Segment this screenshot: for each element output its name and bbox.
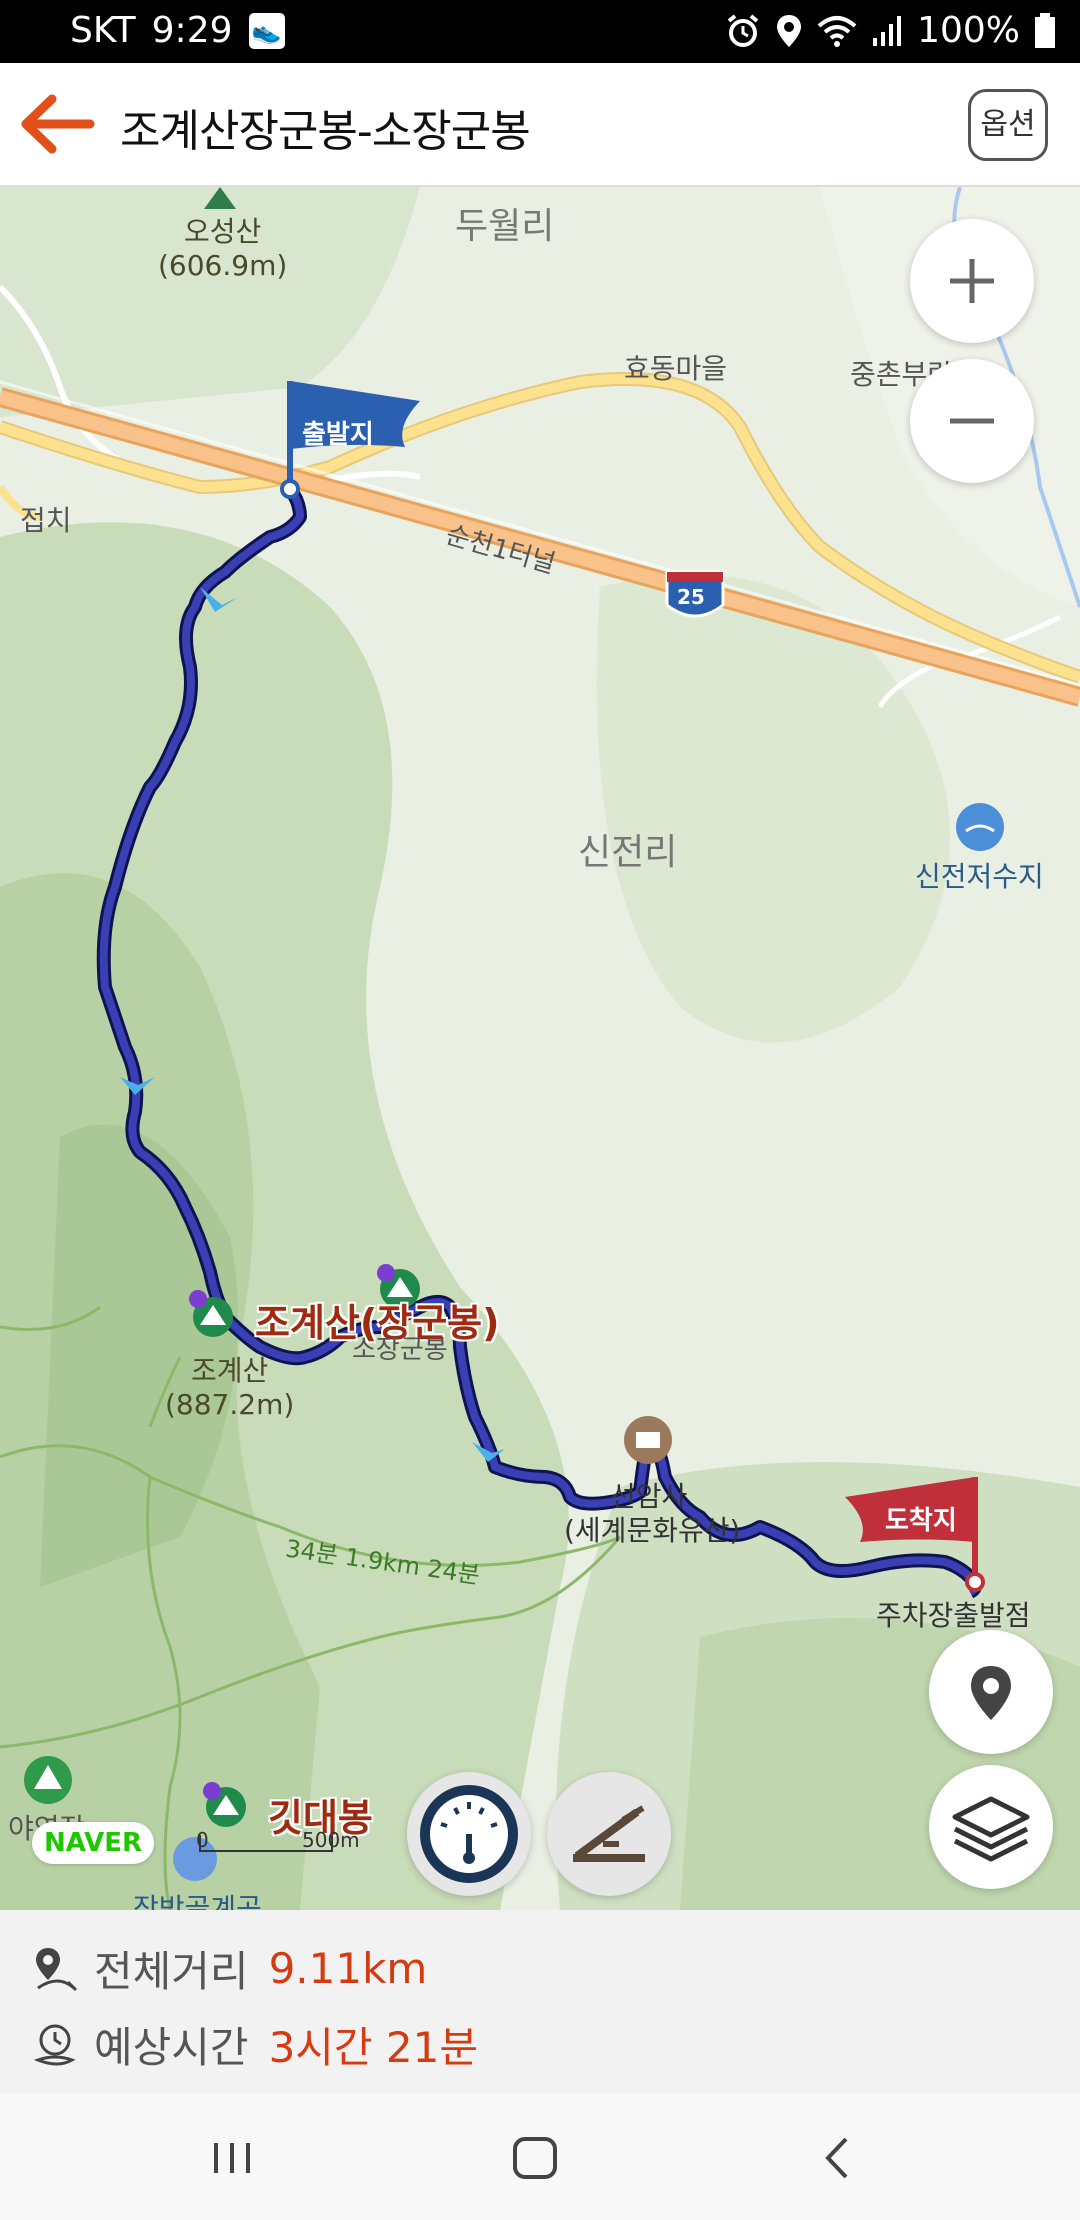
time-label: 예상시간 <box>94 2023 249 2072</box>
battery-icon <box>1035 12 1055 48</box>
location-pin-icon <box>971 1666 1011 1720</box>
speedometer-icon <box>420 1785 518 1883</box>
distance-row: 전체거리 9.11km <box>30 1938 427 1999</box>
label-oseongsan: 오성산 (606.9m) <box>158 215 287 283</box>
option-button[interactable]: 옵션 <box>968 89 1048 161</box>
elevation-profile-button[interactable] <box>547 1772 671 1896</box>
camp-icon <box>24 1756 72 1804</box>
speedometer-button[interactable] <box>407 1772 531 1896</box>
label-jogyesan-alt: (887.2m) <box>165 1388 295 1421</box>
scale-label-zero: 0 <box>196 1828 209 1852</box>
elevation-icon <box>573 1805 645 1862</box>
label-jogyesan: 조계산 (887.2m) <box>165 1354 294 1422</box>
label-oseongsan-alt: (606.9m) <box>158 249 288 282</box>
route-info-panel: 전체거리 9.11km 예상시간 3시간 21분 <box>0 1910 1080 2093</box>
battery-percent: 100% <box>917 10 1020 51</box>
minus-icon <box>950 418 994 424</box>
label-duwolri: 두월리 <box>455 206 555 247</box>
clock: 9:29 <box>151 10 233 51</box>
time-clock-icon <box>33 2024 76 2065</box>
label-highway-number: 25 <box>677 585 705 609</box>
carrier-label: SKT <box>70 10 136 51</box>
distance-pin-icon <box>36 1947 78 1991</box>
temple-icon <box>624 1416 672 1464</box>
label-sojang: 소장군봉 <box>352 1335 448 1365</box>
system-nav-bar <box>0 2093 1080 2220</box>
label-hyodong: 효동마을 <box>624 352 728 385</box>
start-flag-label: 출발지 <box>302 420 374 450</box>
distance-value: 9.11km <box>268 1944 428 1993</box>
label-reservoir: 신전저수지 <box>915 860 1044 893</box>
distance-label: 전체거리 <box>94 1947 249 1996</box>
layers-icon <box>952 1796 1030 1862</box>
my-location-button[interactable] <box>929 1630 1053 1754</box>
layers-button[interactable] <box>929 1765 1053 1889</box>
scale-label-500: 500m <box>302 1828 360 1852</box>
label-valley: 장박골계곡 <box>133 1892 262 1910</box>
back-button[interactable] <box>18 89 98 159</box>
label-parking: 주차장출발점 <box>876 1599 1031 1632</box>
time-value: 3시간 21분 <box>268 2023 478 2072</box>
route-map[interactable]: 오성산 (606.9m) 두월리 효동마을 중촌부락 접치 순천1터널 25 신… <box>0 187 1080 1910</box>
back-chevron-icon <box>825 2137 848 2179</box>
app-notification-icon: 👟 <box>248 12 285 49</box>
app-header: 조계산장군봉-소장군봉 옵션 <box>0 63 1080 187</box>
back-nav-button[interactable] <box>798 2123 878 2193</box>
reservoir-icon <box>956 803 1004 851</box>
time-row: 예상시간 3시간 21분 <box>30 2014 478 2075</box>
label-jeopchi: 접치 <box>20 504 72 537</box>
location-icon <box>777 14 802 47</box>
zoom-out-button[interactable] <box>910 359 1034 483</box>
home-icon <box>513 2137 557 2179</box>
home-button[interactable] <box>495 2123 575 2193</box>
label-temple-sub: (세계문화유산) <box>564 1514 741 1547</box>
back-arrow-icon <box>21 94 95 154</box>
signal-icon <box>873 15 902 46</box>
label-oseongsan-name: 오성산 <box>184 215 262 248</box>
wifi-icon <box>817 15 857 47</box>
page-title: 조계산장군봉-소장군봉 <box>120 106 531 157</box>
label-sinjeonri: 신전리 <box>578 832 678 873</box>
recent-apps-button[interactable] <box>192 2123 272 2193</box>
status-bar: SKT 9:29 👟 100% <box>0 0 1080 63</box>
plus-icon <box>950 259 994 303</box>
end-flag-label: 도착지 <box>885 1506 957 1536</box>
label-jogyesan-name: 조계산 <box>191 1354 269 1387</box>
naver-logo: NAVER <box>32 1822 154 1864</box>
alarm-icon <box>727 13 759 47</box>
recent-apps-icon <box>214 2143 250 2173</box>
zoom-in-button[interactable] <box>910 219 1034 343</box>
